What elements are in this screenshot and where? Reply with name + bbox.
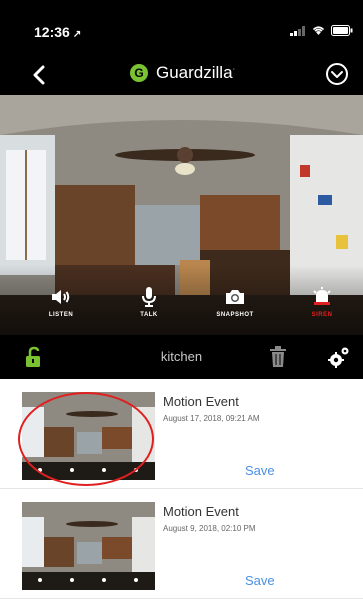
location-arrow-icon: ↗ [72, 29, 82, 40]
listen-button[interactable]: LISTEN [26, 285, 96, 318]
brand-mark: · [232, 64, 236, 74]
event-list: Motion Event August 17, 2018, 09:21 AM S… [0, 379, 363, 599]
camera-icon [226, 290, 244, 304]
event-thumbnail[interactable] [22, 502, 155, 590]
brand-logo: G Guardzilla· [130, 63, 235, 83]
camera-toolbar: kitchen [0, 335, 363, 379]
guardzilla-logo-icon: G [130, 64, 148, 82]
event-date: August 9, 2018, 02:10 PM [163, 524, 256, 533]
battery-icon [331, 25, 353, 36]
back-button[interactable] [28, 64, 50, 86]
event-title: Motion Event [163, 394, 239, 409]
nav-bar: G Guardzilla· [0, 56, 363, 92]
save-button[interactable]: Save [245, 573, 275, 588]
brand-name: Guardzilla· [156, 63, 236, 82]
snapshot-button[interactable]: SNAPSHOT [200, 285, 270, 318]
microphone-icon [142, 287, 156, 307]
event-thumbnail[interactable] [22, 392, 155, 480]
status-bar: 12:36 ↗ [0, 20, 363, 44]
speaker-icon [52, 290, 70, 304]
talk-label: TALK [140, 312, 158, 318]
alarm-bell-icon [313, 287, 331, 305]
event-date: August 17, 2018, 09:21 AM [163, 414, 260, 423]
chevron-down-circle-icon[interactable] [325, 62, 349, 86]
wifi-icon [312, 26, 325, 35]
camera-feed[interactable]: LISTEN TALK SNAPSHOT SIREN [0, 95, 363, 335]
save-button[interactable]: Save [245, 463, 275, 478]
status-icons [290, 25, 353, 36]
camera-name: kitchen [160, 349, 203, 364]
siren-button[interactable]: SIREN [287, 285, 357, 318]
event-title: Motion Event [163, 504, 239, 519]
status-time: 12:36 ↗ [34, 24, 81, 40]
snapshot-label: SNAPSHOT [216, 312, 254, 318]
gear-icon[interactable] [327, 345, 351, 369]
clock-text: 12:36 [34, 24, 70, 40]
listen-label: LISTEN [48, 312, 74, 318]
list-item[interactable]: Motion Event August 17, 2018, 09:21 AM S… [0, 379, 363, 489]
talk-button[interactable]: TALK [114, 285, 184, 318]
top-header: 12:36 ↗ G Guardzilla· [0, 0, 363, 95]
camera-controls: LISTEN TALK SNAPSHOT SIREN [0, 265, 363, 335]
signal-icon [290, 25, 305, 36]
siren-label: SIREN [311, 312, 333, 318]
list-item[interactable]: Motion Event August 9, 2018, 02:10 PM Sa… [0, 489, 363, 599]
trash-icon[interactable] [268, 345, 288, 369]
